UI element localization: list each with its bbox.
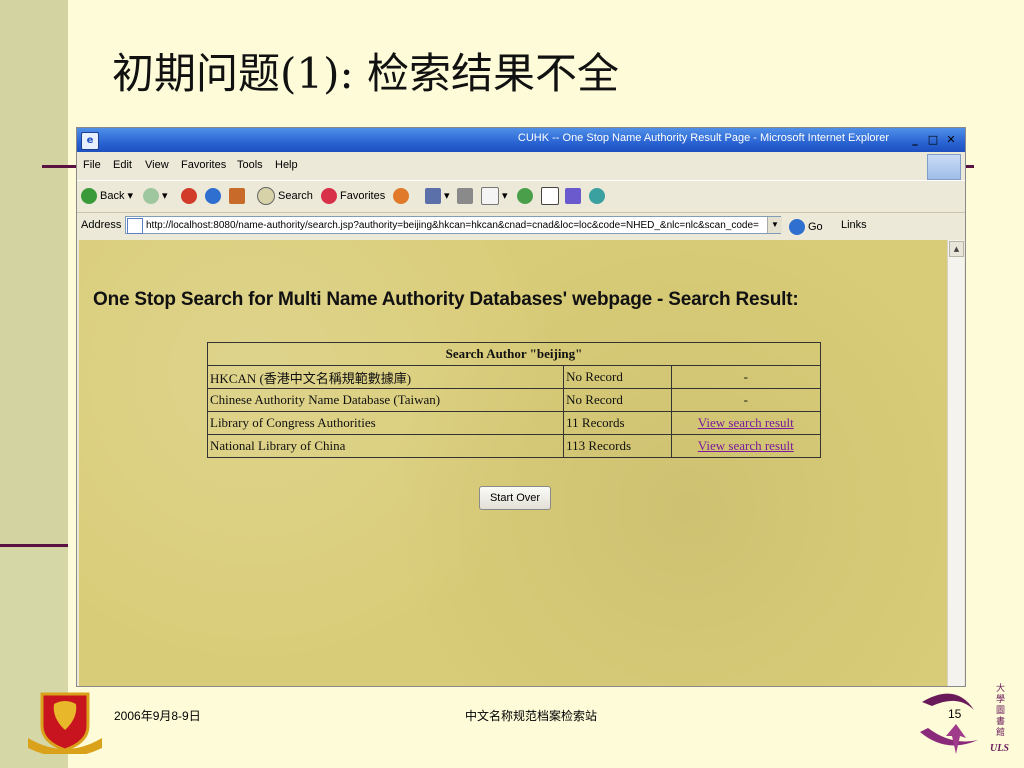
slide-title: 初期问题(1): 检索结果不全 [112,49,619,98]
close-button[interactable]: ✕ [943,132,959,148]
search-button[interactable]: Search [257,187,313,206]
record-count: 113 Records [563,434,672,458]
back-arrow-icon [81,188,97,205]
view-result-link-loc[interactable]: View search result [698,415,794,430]
footer-center-text: 中文名称规范档案检索站 [465,709,598,723]
result-action: - [670,388,821,412]
forward-arrow-icon [143,188,159,205]
favorites-button[interactable]: Favorites [321,187,385,205]
results-table: Search Author "beijing" HKCAN (香港中文名稱規範數… [206,342,821,458]
menu-edit[interactable]: Edit [113,159,132,171]
footer-date: 2006年9月8-9日 [114,709,201,723]
start-over-button[interactable]: Start Over [479,486,551,510]
db-name: National Library of China [206,434,565,458]
page-content: One Stop Search for Multi Name Authority… [79,240,947,686]
standard-toolbar: Back ▾ ▾ Search Favorites ▾ ▾ [77,180,965,211]
go-button[interactable]: Go [789,219,823,235]
address-input[interactable]: http://localhost:8080/name-authority/sea… [125,216,781,234]
table-row: National Library of China 113 Records Vi… [206,434,821,458]
mail-button[interactable]: ▾ [425,187,450,205]
messenger-icon [565,188,581,205]
window-title: CUHK -- One Stop Name Authority Result P… [517,132,889,144]
browser-window: e CUHK -- One Stop Name Authority Result… [76,127,966,687]
history-icon [393,188,409,205]
db-name: HKCAN (香港中文名稱規範數據庫) [206,365,565,389]
home-icon [229,188,245,205]
table-row: Library of Congress Authorities 11 Recor… [206,411,821,435]
uls-chars: 大學圖書館 [996,684,1006,738]
address-label: Address [81,219,122,231]
edit-button[interactable]: ▾ [481,187,508,206]
table-row: HKCAN (香港中文名稱規範數據庫) No Record - [206,365,821,389]
uls-text: ULS [990,743,1009,754]
menu-help[interactable]: Help [275,159,298,171]
forward-button[interactable]: ▾ [143,187,168,205]
uls-library-mark: 大學圖書館 ULS [990,684,1020,764]
ie-app-icon: e [81,132,99,150]
page-icon [127,218,143,234]
table-header: Search Author "beijing" [207,342,821,366]
discuss-button[interactable] [517,187,536,205]
record-count: No Record [563,365,672,389]
decor-line-left [0,544,68,547]
refresh-icon [205,188,221,205]
address-bar: Address http://localhost:8080/name-autho… [77,212,965,239]
links-button[interactable]: Links [841,219,867,231]
edit-page-icon [481,187,499,206]
favorites-heart-icon [321,188,337,205]
stop-icon [181,188,197,205]
address-dropdown-icon[interactable]: ▼ [767,217,782,233]
menu-tools[interactable]: Tools [237,159,263,171]
discuss-icon [517,188,533,205]
tools-button[interactable] [589,187,608,205]
menu-bar: File Edit View Favorites Tools Help [77,154,965,180]
table-row: Chinese Authority Name Database (Taiwan)… [206,388,821,412]
search-icon [257,187,275,206]
go-arrow-icon [789,219,805,235]
title-bar: e CUHK -- One Stop Name Authority Result… [77,128,965,152]
cuhk-crest-logo [28,692,102,754]
print-button[interactable] [457,187,476,205]
decor-line-top [42,165,80,168]
result-action: - [670,365,821,389]
record-count: 11 Records [563,411,672,435]
scroll-up-icon[interactable]: ▲ [949,241,964,257]
windows-logo-icon [927,154,961,180]
print-icon [457,188,473,205]
home-button[interactable] [229,187,248,205]
menu-file[interactable]: File [83,159,101,171]
left-decor-band [0,0,68,768]
refresh-button[interactable] [205,187,224,205]
research-icon [541,187,559,206]
uls-swirl-logo [920,693,978,754]
menu-favorites[interactable]: Favorites [181,159,226,171]
messenger-button[interactable] [565,187,584,205]
back-button[interactable]: Back ▾ [81,187,133,205]
view-result-link-nlc[interactable]: View search result [698,438,794,453]
menu-view[interactable]: View [145,159,169,171]
history-button[interactable] [393,187,412,205]
stop-button[interactable] [181,187,200,205]
mail-icon [425,188,441,205]
page-heading: One Stop Search for Multi Name Authority… [93,289,799,310]
maximize-button[interactable]: □ [925,132,941,148]
record-count: No Record [563,388,672,412]
research-button[interactable] [541,187,562,206]
minimize-button[interactable]: _ [907,132,923,148]
vertical-scrollbar[interactable]: ▲ [947,240,964,686]
db-name: Chinese Authority Name Database (Taiwan) [206,388,565,412]
tools-icon [589,188,605,205]
db-name: Library of Congress Authorities [206,411,565,435]
